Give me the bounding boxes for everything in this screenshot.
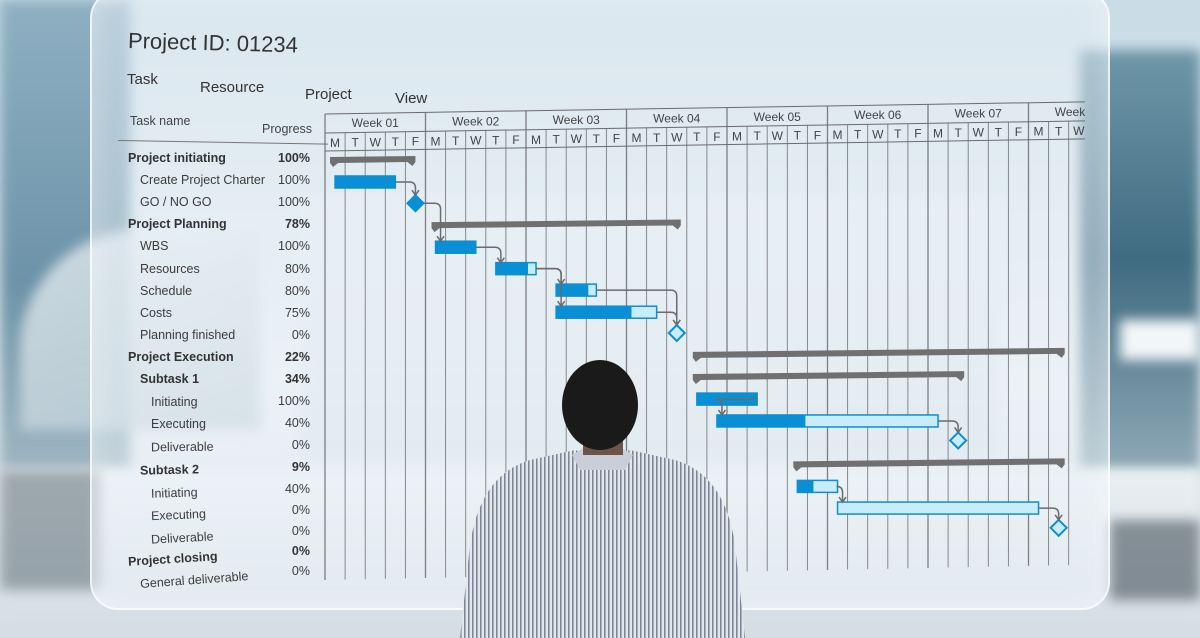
milestone-diamond xyxy=(1049,518,1069,538)
person-silhouette xyxy=(460,360,745,638)
day-label: M xyxy=(531,133,541,147)
header-mid-line xyxy=(324,120,1086,134)
milestone-diamond xyxy=(948,431,968,450)
week-label: Week xyxy=(1055,105,1086,119)
shirt xyxy=(460,450,745,638)
day-label: T xyxy=(653,131,661,145)
day-label: T xyxy=(392,135,400,149)
day-label: W xyxy=(671,131,683,145)
day-label: F xyxy=(713,130,720,144)
day-label: W xyxy=(1073,124,1085,138)
task-bar-progress xyxy=(435,241,476,254)
dependency-link xyxy=(475,246,502,262)
day-label: M xyxy=(933,126,943,140)
milestone-diamond xyxy=(406,193,425,213)
day-label: M xyxy=(330,136,340,150)
day-label: M xyxy=(833,128,843,142)
dependency-link xyxy=(536,267,562,284)
day-label: F xyxy=(412,135,419,149)
day-label: F xyxy=(512,133,519,147)
week-label: Week 04 xyxy=(653,111,700,125)
day-label: T xyxy=(794,129,802,143)
day-label: T xyxy=(552,132,560,146)
head xyxy=(562,360,638,450)
day-label: F xyxy=(1015,125,1022,139)
day-label: F xyxy=(814,128,821,142)
week-label: Week 05 xyxy=(754,110,801,124)
day-label: T xyxy=(753,129,761,143)
day-label: M xyxy=(431,134,441,148)
day-label: W xyxy=(772,129,784,143)
day-label: T xyxy=(1055,124,1063,138)
week-label: Week 02 xyxy=(452,115,499,129)
summary-bar xyxy=(431,219,681,233)
task-bar-progress xyxy=(335,175,396,188)
task-bar-progress xyxy=(495,262,529,275)
day-label: T xyxy=(593,132,601,146)
task-bar xyxy=(836,501,1040,515)
day-label: F xyxy=(914,127,921,141)
week-label: Week 01 xyxy=(352,116,399,130)
day-label: W xyxy=(872,127,884,141)
day-label: T xyxy=(894,127,902,141)
milestone-diamond xyxy=(667,323,687,343)
day-label: W xyxy=(370,135,382,149)
task-bar-progress xyxy=(556,306,632,319)
summary-bar xyxy=(330,156,416,167)
day-label: M xyxy=(732,130,742,144)
day-label: T xyxy=(693,130,701,144)
day-label: W xyxy=(571,132,583,146)
week-label: Week 07 xyxy=(955,107,1002,121)
task-bar-progress xyxy=(797,480,814,493)
week-label: Week 03 xyxy=(553,113,600,127)
day-label: T xyxy=(854,128,862,142)
day-label: T xyxy=(995,125,1003,139)
day-label: F xyxy=(613,131,620,145)
day-label: W xyxy=(973,126,985,140)
day-label: T xyxy=(954,126,962,140)
day-label: M xyxy=(632,131,642,145)
day-label: M xyxy=(1034,125,1044,139)
week-label: Week 06 xyxy=(854,108,901,122)
day-label: T xyxy=(452,134,460,148)
day-label: T xyxy=(351,136,359,150)
day-label: W xyxy=(470,134,482,148)
day-label: T xyxy=(492,133,500,147)
summary-bar xyxy=(793,458,1065,472)
